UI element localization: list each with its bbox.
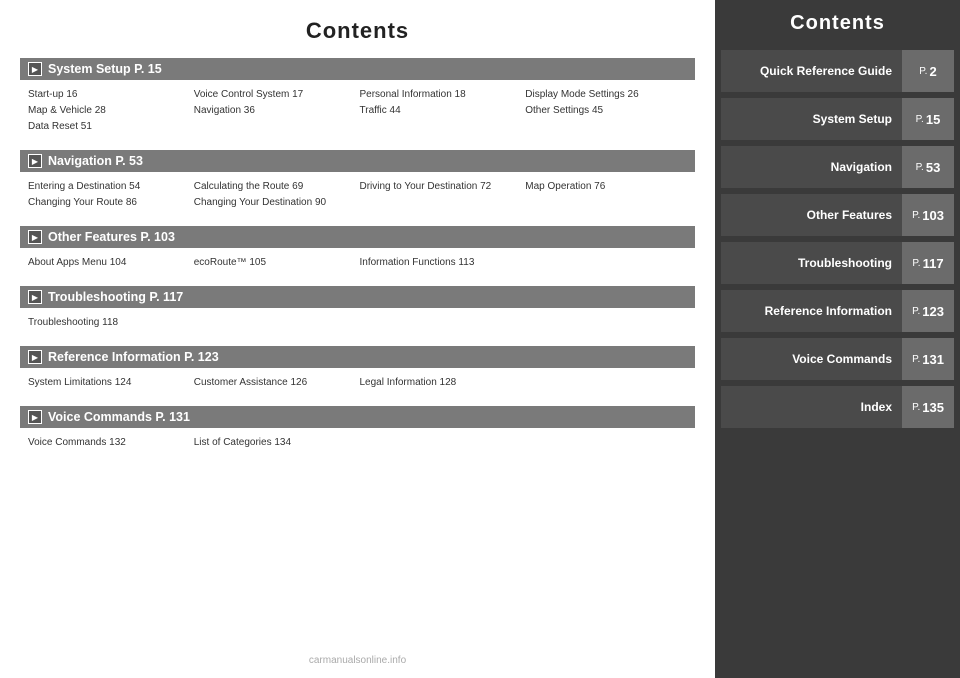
section-title-other-features: Other Features P. 103	[48, 230, 175, 244]
list-item: Start-up 16	[28, 87, 190, 102]
main-content: Contents ▶ System Setup P. 15 Start-up 1…	[0, 0, 715, 678]
section-items-navigation: Entering a Destination 54 Calculating th…	[20, 176, 695, 216]
sidebar-item-page: P. 2	[902, 50, 954, 92]
sidebar-item-label: Other Features	[721, 208, 902, 222]
list-item: Calculating the Route 69	[194, 179, 356, 194]
list-item: Personal Information 18	[360, 87, 522, 102]
list-item: Customer Assistance 126	[194, 375, 356, 390]
sidebar-item-label: Voice Commands	[721, 352, 902, 366]
list-item: Other Settings 45	[525, 103, 687, 118]
sidebar-item-index[interactable]: Index P. 135	[721, 386, 954, 428]
sidebar-item-page: P. 117	[902, 242, 954, 284]
list-item: System Limitations 124	[28, 375, 190, 390]
sidebar-item-label: System Setup	[721, 112, 902, 126]
list-item: Data Reset 51	[28, 119, 190, 134]
sidebar-item-label: Index	[721, 400, 902, 414]
section-icon-reference: ▶	[28, 350, 42, 364]
sidebar-item-label: Reference Information	[721, 304, 902, 318]
sidebar-item-troubleshooting[interactable]: Troubleshooting P. 117	[721, 242, 954, 284]
list-item: Troubleshooting 118	[28, 315, 687, 330]
list-item: Voice Control System 17	[194, 87, 356, 102]
sidebar-item-page: P. 15	[902, 98, 954, 140]
sidebar-item-page: P. 53	[902, 146, 954, 188]
sidebar-item-page: P. 123	[902, 290, 954, 332]
sidebar-item-system-setup[interactable]: System Setup P. 15	[721, 98, 954, 140]
section-items-troubleshooting: Troubleshooting 118	[20, 312, 695, 336]
section-title-troubleshooting: Troubleshooting P. 117	[48, 290, 183, 304]
section-header-reference: ▶ Reference Information P. 123	[20, 346, 695, 368]
list-item: Changing Your Route 86	[28, 195, 190, 210]
section-items-system-setup: Start-up 16 Voice Control System 17 Pers…	[20, 84, 695, 140]
section-header-troubleshooting: ▶ Troubleshooting P. 117	[20, 286, 695, 308]
list-item	[360, 119, 522, 134]
sidebar: Contents Quick Reference Guide P. 2 Syst…	[715, 0, 960, 678]
section-title-system-setup: System Setup P. 15	[48, 62, 162, 76]
list-item	[360, 435, 522, 450]
list-item: ecoRoute™ 105	[194, 255, 356, 270]
section-header-navigation: ▶ Navigation P. 53	[20, 150, 695, 172]
sidebar-item-other-features[interactable]: Other Features P. 103	[721, 194, 954, 236]
list-item: Driving to Your Destination 72	[360, 179, 522, 194]
list-item: Traffic 44	[360, 103, 522, 118]
sidebar-item-label: Quick Reference Guide	[721, 64, 902, 78]
sidebar-item-reference-information[interactable]: Reference Information P. 123	[721, 290, 954, 332]
list-item	[525, 255, 687, 270]
section-icon-system-setup: ▶	[28, 62, 42, 76]
list-item: List of Categories 134	[194, 435, 356, 450]
list-item: Map Operation 76	[525, 179, 687, 194]
list-item	[525, 375, 687, 390]
sidebar-item-page: P. 135	[902, 386, 954, 428]
sidebar-item-quick-reference[interactable]: Quick Reference Guide P. 2	[721, 50, 954, 92]
list-item: Navigation 36	[194, 103, 356, 118]
list-item: Information Functions 113	[360, 255, 522, 270]
list-item: Entering a Destination 54	[28, 179, 190, 194]
section-header-system-setup: ▶ System Setup P. 15	[20, 58, 695, 80]
list-item: Legal Information 128	[360, 375, 522, 390]
list-item: Voice Commands 132	[28, 435, 190, 450]
sidebar-item-navigation[interactable]: Navigation P. 53	[721, 146, 954, 188]
section-header-voice-commands: ▶ Voice Commands P. 131	[20, 406, 695, 428]
section-title-voice-commands: Voice Commands P. 131	[48, 410, 190, 424]
list-item	[525, 119, 687, 134]
list-item	[360, 195, 522, 210]
list-item	[194, 119, 356, 134]
list-item	[525, 195, 687, 210]
watermark: carmanualsonline.info	[0, 655, 715, 666]
section-icon-voice-commands: ▶	[28, 410, 42, 424]
section-icon-navigation: ▶	[28, 154, 42, 168]
section-items-other-features: About Apps Menu 104 ecoRoute™ 105 Inform…	[20, 252, 695, 276]
list-item	[525, 435, 687, 450]
list-item: Display Mode Settings 26	[525, 87, 687, 102]
page-title: Contents	[20, 18, 695, 44]
sidebar-item-label: Navigation	[721, 160, 902, 174]
section-icon-other-features: ▶	[28, 230, 42, 244]
section-icon-troubleshooting: ▶	[28, 290, 42, 304]
list-item: Changing Your Destination 90	[194, 195, 356, 210]
section-header-other-features: ▶ Other Features P. 103	[20, 226, 695, 248]
list-item: About Apps Menu 104	[28, 255, 190, 270]
section-items-reference: System Limitations 124 Customer Assistan…	[20, 372, 695, 396]
list-item: Map & Vehicle 28	[28, 103, 190, 118]
sidebar-item-page: P. 103	[902, 194, 954, 236]
sidebar-item-label: Troubleshooting	[721, 256, 902, 270]
sidebar-item-voice-commands[interactable]: Voice Commands P. 131	[721, 338, 954, 380]
sidebar-title: Contents	[715, 0, 960, 47]
section-items-voice-commands: Voice Commands 132 List of Categories 13…	[20, 432, 695, 456]
sidebar-item-page: P. 131	[902, 338, 954, 380]
section-title-navigation: Navigation P. 53	[48, 154, 143, 168]
section-title-reference: Reference Information P. 123	[48, 350, 219, 364]
